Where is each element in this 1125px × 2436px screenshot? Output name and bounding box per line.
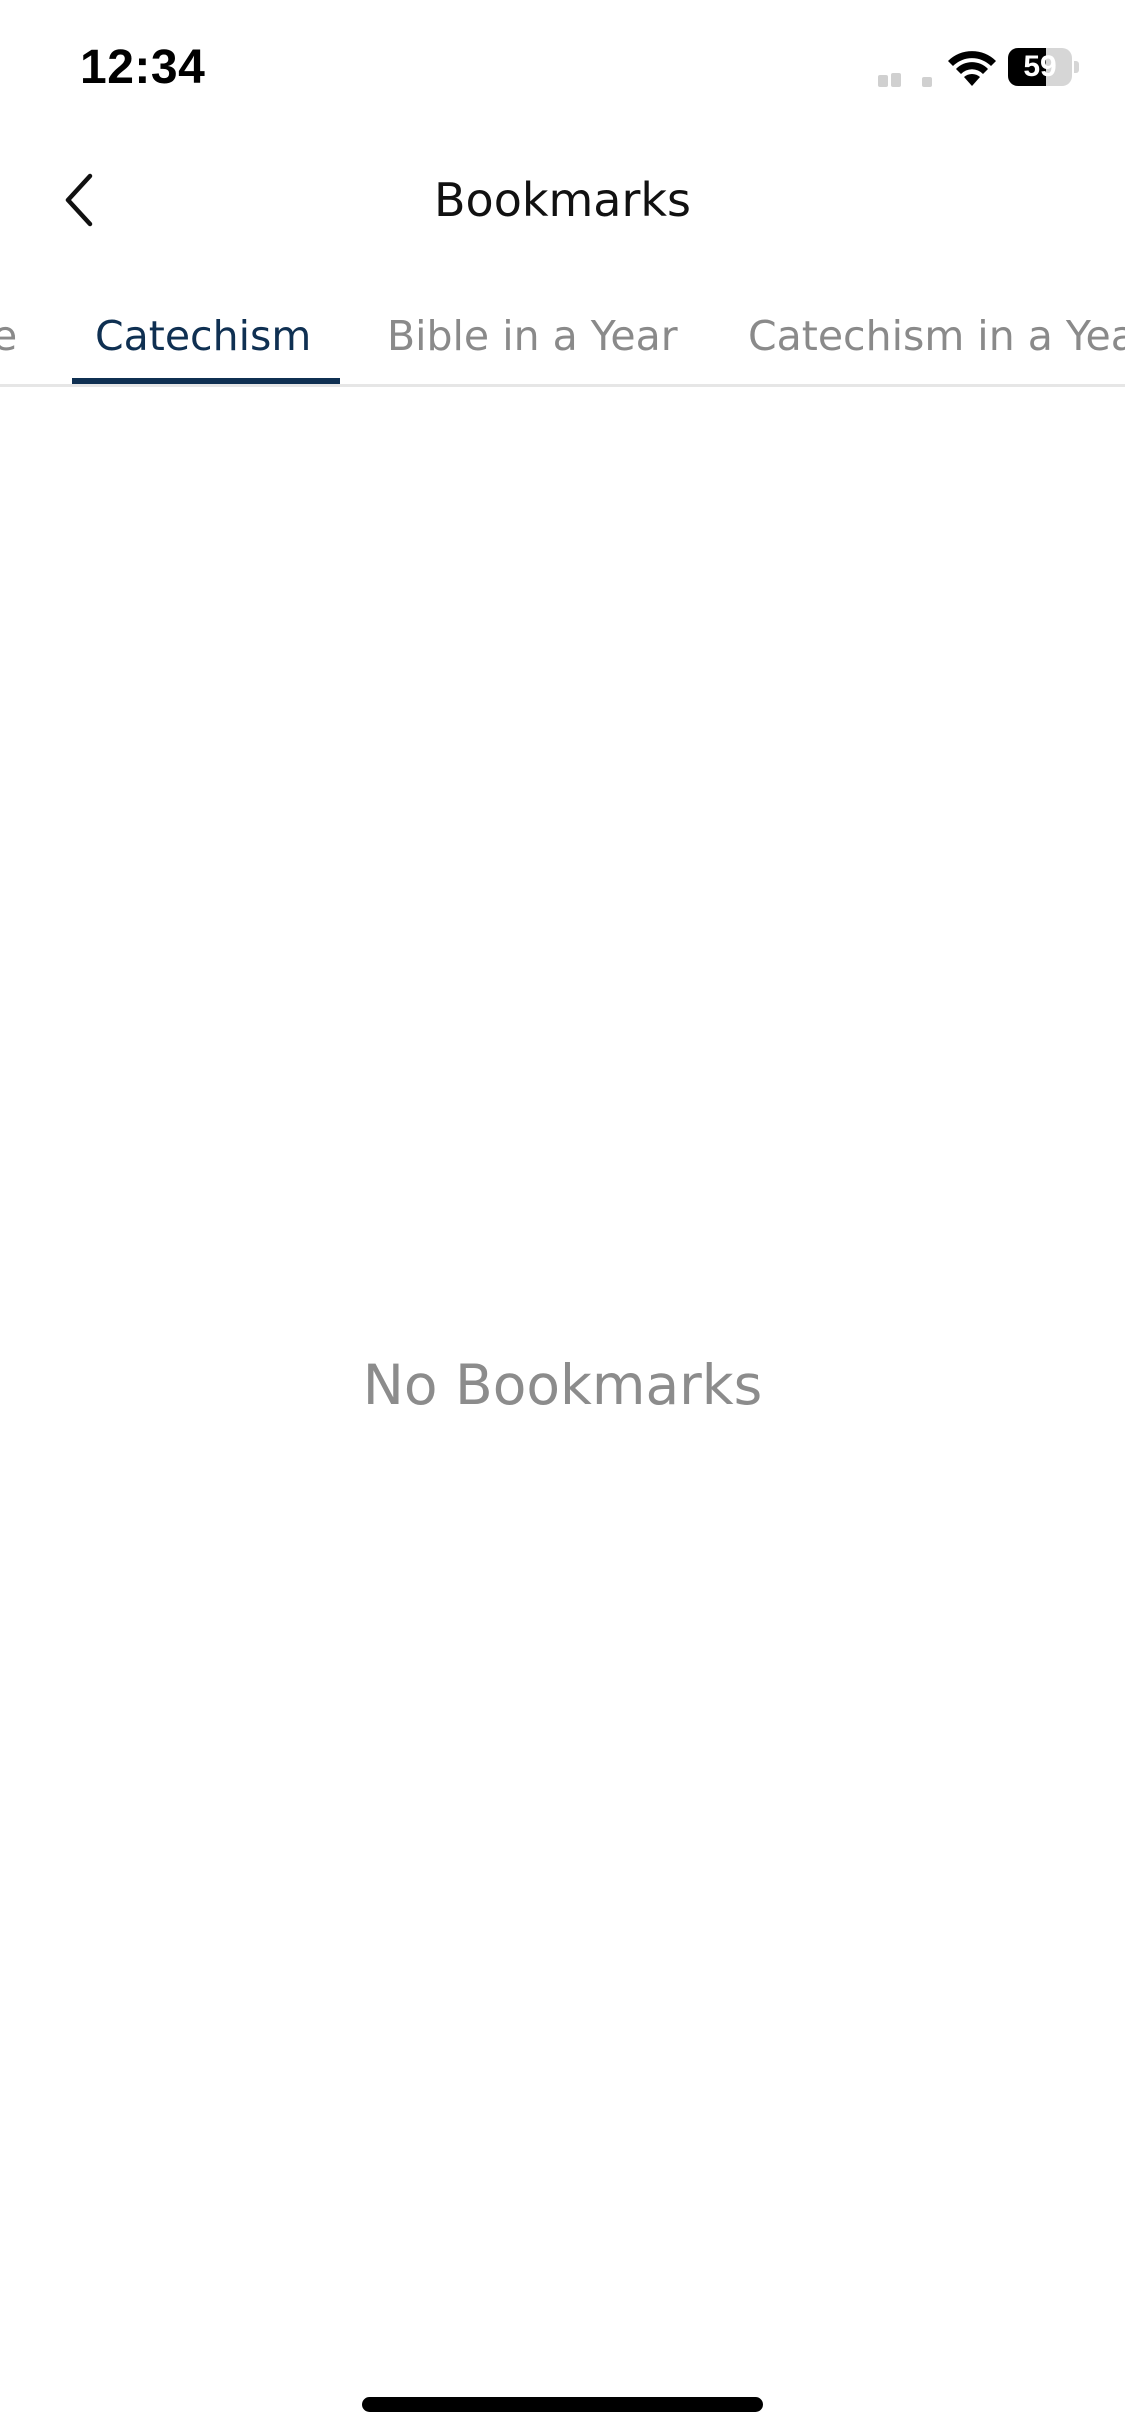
tab-catechism[interactable]: Catechism xyxy=(95,290,311,384)
page-title: Bookmarks xyxy=(434,173,691,227)
tab-catechism-in-a-year[interactable]: Catechism in a Yea xyxy=(748,290,1125,384)
battery-cap xyxy=(1074,61,1079,73)
tab-bar: e Catechism Bible in a Year Catechism in… xyxy=(0,290,1125,387)
tab-bible-in-a-year[interactable]: Bible in a Year xyxy=(387,290,678,384)
battery-body: 59 xyxy=(1008,48,1072,86)
nav-bar: Bookmarks xyxy=(0,150,1125,250)
signal-icon xyxy=(878,73,932,87)
chevron-left-icon xyxy=(65,173,93,227)
home-indicator[interactable] xyxy=(362,2397,763,2412)
active-tab-indicator xyxy=(72,378,340,384)
wifi-icon xyxy=(948,51,996,86)
status-time: 12:34 xyxy=(80,41,206,94)
empty-state-message: No Bookmarks xyxy=(362,1353,763,1417)
battery-percent: 59 xyxy=(1023,50,1057,83)
battery-icon: 59 xyxy=(1008,48,1079,86)
tab-previous[interactable]: e xyxy=(0,290,17,384)
status-bar: 12:34 59 xyxy=(0,0,1125,140)
back-button[interactable] xyxy=(40,164,120,236)
